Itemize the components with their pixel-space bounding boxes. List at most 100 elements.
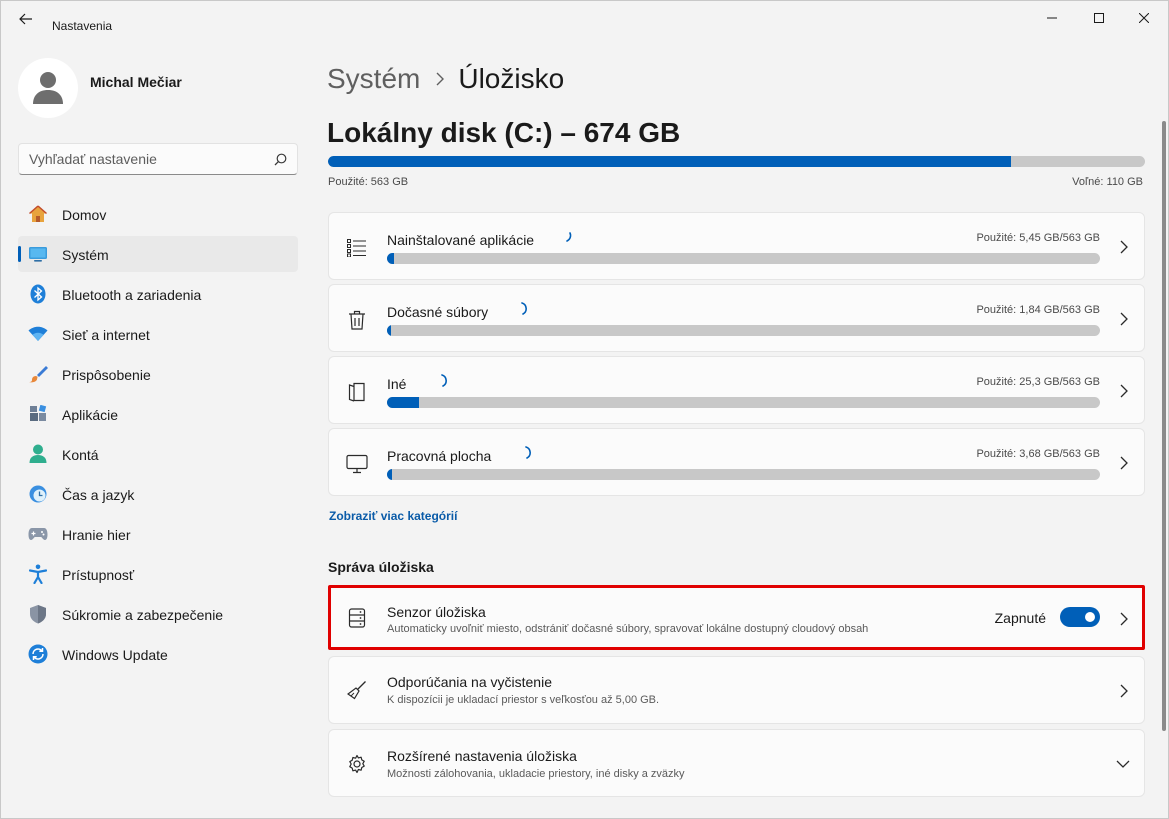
page-title: Úložisko xyxy=(458,63,565,94)
document-icon xyxy=(346,381,368,403)
bluetooth-icon xyxy=(28,284,48,304)
sidebar-item-label: Hranie hier xyxy=(62,527,131,543)
sidebar-item-bluetooth[interactable]: Bluetooth a zariadenia xyxy=(18,276,298,312)
category-label: Nainštalované aplikácie xyxy=(387,232,535,248)
sidebar-item-label: Domov xyxy=(62,207,107,223)
category-card-temporary-files[interactable]: Dočasné súbory Použité: 1,84 GB/563 GB xyxy=(328,284,1145,352)
category-usage-fill xyxy=(387,469,392,480)
sidebar-item-accounts[interactable]: Kontá xyxy=(18,436,298,472)
sidebar-item-label: Prispôsobenie xyxy=(62,367,151,383)
sidebar-item-personalization[interactable]: Prispôsobenie xyxy=(18,356,298,392)
category-usage-bar xyxy=(387,253,1100,264)
gamepad-icon xyxy=(28,524,48,544)
loading-spinner-icon xyxy=(441,374,447,387)
sidebar-item-label: Čas a jazyk xyxy=(62,487,135,503)
minimize-icon xyxy=(1047,17,1057,19)
broom-icon xyxy=(346,679,368,701)
disk-usage-fill xyxy=(328,156,1011,167)
chevron-right-icon xyxy=(436,72,445,86)
category-card-desktop[interactable]: Pracovná plocha Použité: 3,68 GB/563 GB xyxy=(328,428,1145,496)
accessibility-icon xyxy=(28,564,48,584)
sidebar-item-label: Kontá xyxy=(62,447,99,463)
clock-globe-icon xyxy=(28,484,48,504)
sidebar-item-windows-update[interactable]: Windows Update xyxy=(18,636,298,672)
close-button[interactable] xyxy=(1121,3,1167,33)
disk-title: Lokálny disk (C:) – 674 GB xyxy=(327,117,681,148)
category-usage-fill xyxy=(387,325,392,336)
minimize-button[interactable] xyxy=(1029,3,1075,33)
category-usage: Použité: 5,45 GB/563 GB xyxy=(976,232,1100,244)
chevron-right-icon xyxy=(1120,456,1128,470)
sidebar-item-system[interactable]: Systém xyxy=(18,236,298,272)
category-usage-bar xyxy=(387,397,1100,408)
update-icon xyxy=(28,644,48,664)
category-card-installed-apps[interactable]: Nainštalované aplikácie Použité: 5,45 GB… xyxy=(328,212,1145,280)
sidebar-item-accessibility[interactable]: Prístupnosť xyxy=(18,556,298,592)
section-title-storage-management: Správa úložiska xyxy=(328,559,434,575)
loading-spinner-icon xyxy=(566,232,572,242)
setting-title: Odporúčania na vyčistenie xyxy=(387,674,552,690)
sidebar-item-label: Sieť a internet xyxy=(62,327,150,343)
sidebar-item-label: Windows Update xyxy=(62,647,168,663)
sidebar-item-home[interactable]: Domov xyxy=(18,196,298,232)
back-button[interactable] xyxy=(11,9,41,29)
sidebar-item-apps[interactable]: Aplikácie xyxy=(18,396,298,432)
breadcrumb: Systém Úložisko xyxy=(327,59,564,99)
close-icon xyxy=(1139,13,1149,23)
back-arrow-icon xyxy=(19,13,32,25)
toggle-state-label: Zapnuté xyxy=(994,610,1046,626)
person-icon xyxy=(33,72,63,104)
sidebar-item-label: Aplikácie xyxy=(62,407,119,423)
sidebar-item-label: Prístupnosť xyxy=(62,567,135,583)
setting-title: Rozšírené nastavenia úložiska xyxy=(387,748,577,764)
loading-spinner-icon xyxy=(521,302,527,315)
brush-icon xyxy=(28,364,48,384)
loading-spinner-icon xyxy=(525,446,531,459)
setting-title: Senzor úložiska xyxy=(387,604,486,620)
category-label: Dočasné súbory xyxy=(387,304,489,320)
user-name: Michal Mečiar xyxy=(90,74,182,90)
show-more-categories-link[interactable]: Zobraziť viac kategórií xyxy=(329,509,457,523)
storage-sense-card[interactable]: Senzor úložiska Automaticky uvoľniť mies… xyxy=(328,585,1145,650)
storage-sense-icon xyxy=(346,607,368,629)
category-label: Iné xyxy=(387,376,407,392)
sidebar-item-privacy-security[interactable]: Súkromie a zabezpečenie xyxy=(18,596,298,632)
category-label: Pracovná plocha xyxy=(387,448,492,464)
chevron-right-icon xyxy=(1120,612,1128,626)
chevron-down-icon xyxy=(1116,760,1130,768)
search-box[interactable] xyxy=(18,143,298,175)
category-usage-bar xyxy=(387,325,1100,336)
advanced-storage-settings-card[interactable]: Rozšírené nastavenia úložiska Možnosti z… xyxy=(328,729,1145,797)
chevron-right-icon xyxy=(1120,240,1128,254)
sidebar-item-network[interactable]: Sieť a internet xyxy=(18,316,298,352)
wifi-icon xyxy=(28,324,48,344)
category-card-other[interactable]: Iné Použité: 25,3 GB/563 GB xyxy=(328,356,1145,424)
chevron-right-icon xyxy=(1120,384,1128,398)
storage-sense-toggle[interactable] xyxy=(1060,607,1100,627)
category-usage-fill xyxy=(387,397,420,408)
category-usage-bar xyxy=(387,469,1100,480)
disk-usage-bar xyxy=(328,156,1145,167)
gear-icon xyxy=(346,753,368,775)
scrollbar[interactable] xyxy=(1162,121,1166,731)
breadcrumb-parent[interactable]: Systém xyxy=(327,63,420,95)
sidebar-item-gaming[interactable]: Hranie hier xyxy=(18,516,298,552)
setting-description: Možnosti zálohovania, ukladacie priestor… xyxy=(387,768,685,780)
list-icon xyxy=(346,237,368,259)
chevron-right-icon xyxy=(1120,684,1128,698)
system-icon xyxy=(28,244,48,264)
user-profile[interactable]: Michal Mečiar xyxy=(18,58,182,118)
search-icon[interactable] xyxy=(274,153,287,166)
monitor-icon xyxy=(346,453,368,475)
sidebar-item-time-language[interactable]: Čas a jazyk xyxy=(18,476,298,512)
maximize-button[interactable] xyxy=(1076,3,1122,33)
shield-icon xyxy=(28,604,48,624)
apps-icon xyxy=(28,404,48,424)
disk-free-label: Voľné: 110 GB xyxy=(1072,176,1143,188)
sidebar-item-label: Súkromie a zabezpečenie xyxy=(62,607,224,623)
search-input[interactable] xyxy=(29,151,259,167)
category-usage: Použité: 25,3 GB/563 GB xyxy=(976,376,1100,388)
app-title: Nastavenia xyxy=(52,19,113,33)
cleanup-recommendations-card[interactable]: Odporúčania na vyčistenie K dispozícii j… xyxy=(328,656,1145,724)
sidebar-item-label: Bluetooth a zariadenia xyxy=(62,287,202,303)
